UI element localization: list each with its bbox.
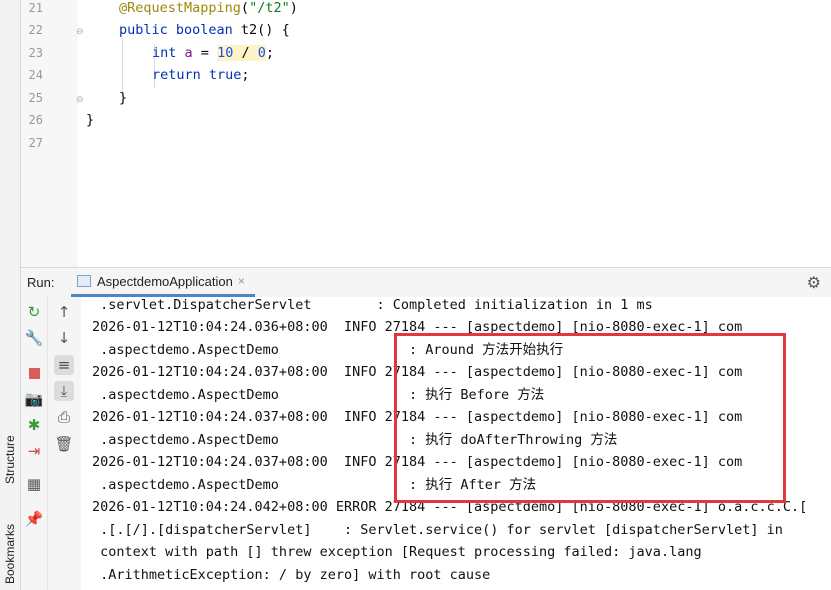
line-number: 25 xyxy=(28,91,43,105)
highlight-box xyxy=(394,333,786,503)
code-line-21: @RequestMapping("/t2") xyxy=(119,0,298,16)
console-actions-column: ↑ ↓ ≡ ⤓ ⎙ 🗑 xyxy=(48,297,81,590)
code-line-25: } xyxy=(119,90,128,106)
fold-icon[interactable]: ⊖ xyxy=(76,95,86,105)
line-number: 23 xyxy=(28,46,43,60)
bookmarks-tab[interactable]: Bookmarks xyxy=(3,524,17,584)
run-toolbar: Run: AspectdemoApplication × ⚙ xyxy=(21,267,831,297)
code-line-24: return true; xyxy=(152,67,250,83)
arrow-up-icon[interactable]: ↑ xyxy=(54,302,74,322)
gear-icon[interactable]: ⚙ xyxy=(807,273,821,293)
left-tool-strip: Structure Bookmarks xyxy=(0,0,21,590)
code-line-23: int a = 10 / 0; xyxy=(152,45,274,61)
camera-icon[interactable]: 📷 xyxy=(24,389,44,409)
console-line: .servlet.DispatcherServlet : Completed i… xyxy=(92,297,653,313)
line-number: 27 xyxy=(28,136,43,150)
layout-icon[interactable]: ▦ xyxy=(24,474,44,494)
code-line-26: } xyxy=(86,112,95,128)
run-tab-label: AspectdemoApplication xyxy=(97,273,233,289)
print-icon[interactable]: ⎙ xyxy=(54,407,74,427)
arrow-down-icon[interactable]: ↓ xyxy=(54,328,74,348)
console-line: .[.[/].[dispatcherServlet] : Servlet.ser… xyxy=(92,522,783,538)
wrench-icon[interactable]: 🔧 xyxy=(24,328,44,348)
fold-icon[interactable]: ⊖ xyxy=(76,27,86,37)
console-line: .ArithmeticException: / by zero] with ro… xyxy=(92,567,491,583)
line-number: 21 xyxy=(28,1,43,15)
pin-icon[interactable]: 📌 xyxy=(24,509,44,529)
scroll-to-end-icon[interactable]: ⤓ xyxy=(54,381,74,401)
close-icon[interactable]: × xyxy=(238,274,245,288)
run-label: Run: xyxy=(27,275,55,290)
stop-icon[interactable] xyxy=(24,363,44,383)
run-actions-column: ↻ 🔧 📷 ✱ ⇥ ▦ 📌 xyxy=(21,297,48,590)
line-gutter: 21 22 23 24 25 26 27 ⊖ ⊖ xyxy=(21,0,84,267)
rerun-icon[interactable]: ↻ xyxy=(24,302,44,322)
structure-tab[interactable]: Structure xyxy=(3,435,17,484)
application-icon xyxy=(77,275,91,287)
console-line: context with path [] threw exception [Re… xyxy=(92,544,702,560)
line-number: 24 xyxy=(28,68,43,82)
run-tab-aspectdemo[interactable]: AspectdemoApplication × xyxy=(71,268,255,297)
soft-wrap-icon[interactable]: ≡ xyxy=(54,355,74,375)
code-editor[interactable]: 21 22 23 24 25 26 27 ⊖ ⊖ @RequestMapping… xyxy=(21,0,831,267)
exit-icon[interactable]: ⇥ xyxy=(24,441,44,461)
trash-icon[interactable]: 🗑 xyxy=(54,434,74,454)
line-number: 22 xyxy=(28,23,43,37)
code-line-22: public boolean t2() { xyxy=(119,22,290,38)
debug-icon[interactable]: ✱ xyxy=(24,415,44,435)
line-number: 26 xyxy=(28,113,43,127)
